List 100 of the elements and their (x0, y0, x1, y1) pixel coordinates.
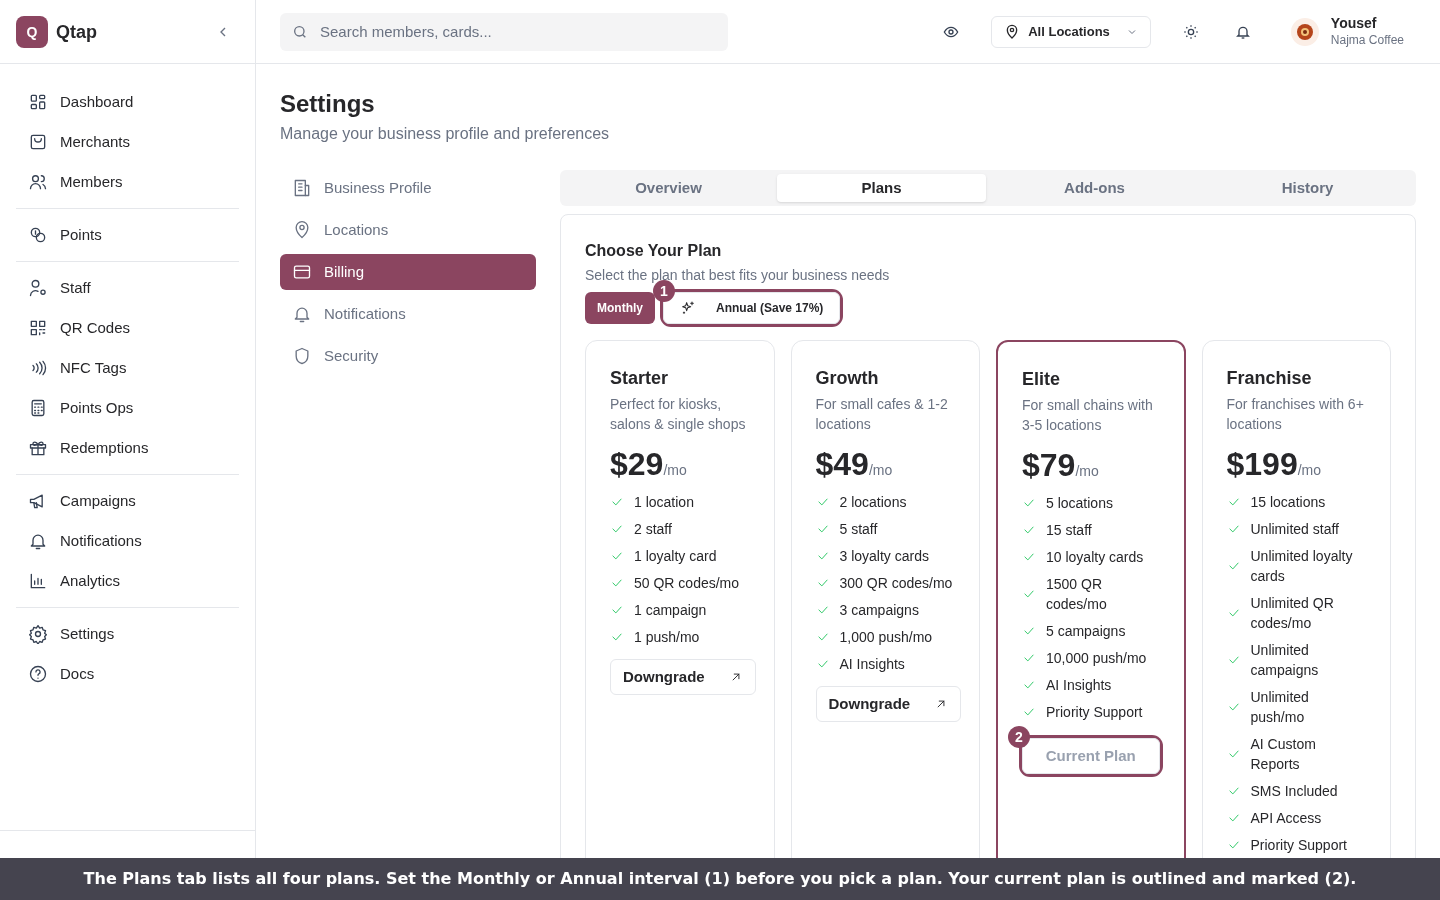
plan-feature: 15 locations (1250, 493, 1326, 512)
settings-nav-item[interactable]: Billing (280, 254, 536, 290)
sidebar-item[interactable]: Docs (16, 654, 239, 694)
plan-description: For franchises with 6+ locations (1226, 395, 1365, 434)
search-icon (292, 23, 308, 40)
plan-feature: 2 locations (839, 493, 907, 512)
sidebar-item[interactable]: NFC Tags (16, 348, 239, 388)
sidebar-item[interactable]: Points Ops (16, 388, 239, 428)
tab[interactable]: Add-ons (990, 174, 1199, 202)
plan-feature: 5 locations (1046, 494, 1113, 513)
plan-feature: 3 loyalty cards (839, 547, 929, 566)
plan-feature: 1 location (634, 493, 694, 512)
plan-feature: 1500 QR codes/mo (1046, 575, 1108, 614)
plan-feature: 1 loyalty card (634, 547, 717, 566)
plan-feature: 5 campaigns (1046, 622, 1126, 641)
logo: Q (16, 15, 48, 48)
plan-feature: 1,000 push/mo (839, 628, 933, 647)
plan-feature: Priority Support (1046, 703, 1143, 722)
plan-feature: Unlimited loyalty cards (1250, 547, 1354, 586)
sidebar-item[interactable]: Redemptions (16, 428, 239, 468)
help-icon (28, 664, 48, 684)
building-icon (292, 178, 312, 198)
plan-feature: 15 staff (1046, 521, 1092, 540)
users-icon (28, 172, 48, 192)
plan-feature: AI Insights (1046, 676, 1112, 695)
qr-code-icon (28, 318, 48, 338)
sidebar-item[interactable]: Analytics (16, 561, 239, 601)
plan-feature: 3 campaigns (839, 601, 919, 620)
page-title: Settings (280, 89, 376, 119)
plan-feature: Unlimited staff (1250, 520, 1339, 539)
price-period: /mo (663, 462, 687, 480)
plan-feature: 10,000 push/mo (1046, 649, 1147, 668)
plan-name: Starter (610, 367, 670, 390)
search-field[interactable]: Search members, cards... (280, 12, 728, 51)
plan-button[interactable]: Downgrade (815, 686, 962, 722)
sidebar-item[interactable]: Members (16, 162, 239, 202)
sidebar-item[interactable]: Notifications (16, 521, 239, 561)
price-period: /mo (868, 462, 893, 480)
step-badge: 1 (653, 280, 675, 302)
bag-icon (28, 132, 48, 152)
gift-icon (28, 438, 48, 458)
business-name: Najma Coffee (1330, 32, 1404, 48)
sidebar-item[interactable]: Points (16, 215, 239, 255)
sparkles-icon (680, 300, 696, 316)
price-period: /mo (1075, 463, 1099, 481)
avatar[interactable] (1290, 17, 1319, 46)
settings-nav-item[interactable]: Security (280, 338, 536, 374)
plan-price: $79 (1022, 446, 1076, 485)
settings-nav-item[interactable]: Business Profile (280, 170, 536, 206)
sidebar-item[interactable]: Staff (16, 268, 239, 308)
plan-feature: 1 campaign (634, 601, 707, 620)
tab[interactable]: Overview (564, 174, 773, 202)
settings-nav-item[interactable]: Locations (280, 212, 536, 248)
sidebar-item[interactable]: Settings (16, 614, 239, 654)
settings-nav-item[interactable]: Notifications (280, 296, 536, 332)
interval-button[interactable]: Monthly (585, 292, 655, 324)
step-badge: 2 (1008, 726, 1030, 748)
plan-feature: 5 staff (839, 520, 878, 539)
plan-price: $49 (815, 445, 869, 484)
plan-feature: AI Custom Reports (1250, 735, 1317, 774)
plan-name: Growth (815, 367, 880, 390)
tab[interactable]: Plans (777, 174, 986, 202)
plan-name: Elite (1022, 368, 1061, 391)
price-period: /mo (1297, 462, 1322, 480)
plan-button[interactable]: Downgrade (610, 659, 756, 695)
plan-feature: SMS Included (1250, 782, 1338, 801)
plan-name: Franchise (1226, 367, 1313, 390)
caption-banner: The Plans tab lists all four plans. Set the Monthly or Annual interval (1) before you pick a plan. Your current plan is outlined and marked (2). (0, 858, 1440, 900)
brand-name: Qtap (56, 20, 97, 44)
sidebar-item[interactable]: QR Codes (16, 308, 239, 348)
plan-feature: Unlimited campaigns (1250, 641, 1320, 680)
coins-icon (28, 225, 48, 245)
section-title: Choose Your Plan (585, 241, 723, 261)
plan-feature: API Access (1250, 809, 1322, 828)
sun-icon[interactable] (1182, 23, 1199, 40)
location-dropdown[interactable]: All Locations (991, 15, 1151, 48)
user-gear-icon (28, 278, 48, 298)
plan-price: $29 (610, 445, 664, 484)
plan-feature: 2 staff (634, 520, 672, 539)
sidebar-item[interactable]: Merchants (16, 122, 239, 162)
plan-feature: AI Insights (839, 655, 905, 674)
grid-icon (28, 92, 48, 112)
settings-icon (28, 624, 48, 644)
plan-feature: Priority Support (1250, 836, 1347, 855)
plan-description: For small cafes & 1-2 locations (815, 395, 949, 434)
plan-description: For small chains with 3-5 locations (1022, 396, 1154, 435)
plan-feature: 10 loyalty cards (1046, 548, 1144, 567)
plan-feature: 50 QR codes/mo (634, 574, 740, 593)
plan-feature: 300 QR codes/mo (839, 574, 953, 593)
page-subtitle: Manage your business profile and preferences (280, 124, 611, 144)
user-name: Yousef (1330, 15, 1378, 33)
tab[interactable]: History (1203, 174, 1412, 202)
bar-chart-icon (28, 571, 48, 591)
sidebar-item[interactable]: Dashboard (16, 82, 239, 122)
plan-feature: Unlimited push/mo (1250, 688, 1310, 727)
plan-feature: 1 push/mo (634, 628, 700, 647)
plan-feature: Unlimited QR codes/mo (1250, 594, 1335, 633)
sidebar-item[interactable]: Campaigns (16, 481, 239, 521)
plan-description: Perfect for kiosks, salons & single shops (610, 395, 747, 434)
plan-price: $199 (1226, 445, 1298, 484)
